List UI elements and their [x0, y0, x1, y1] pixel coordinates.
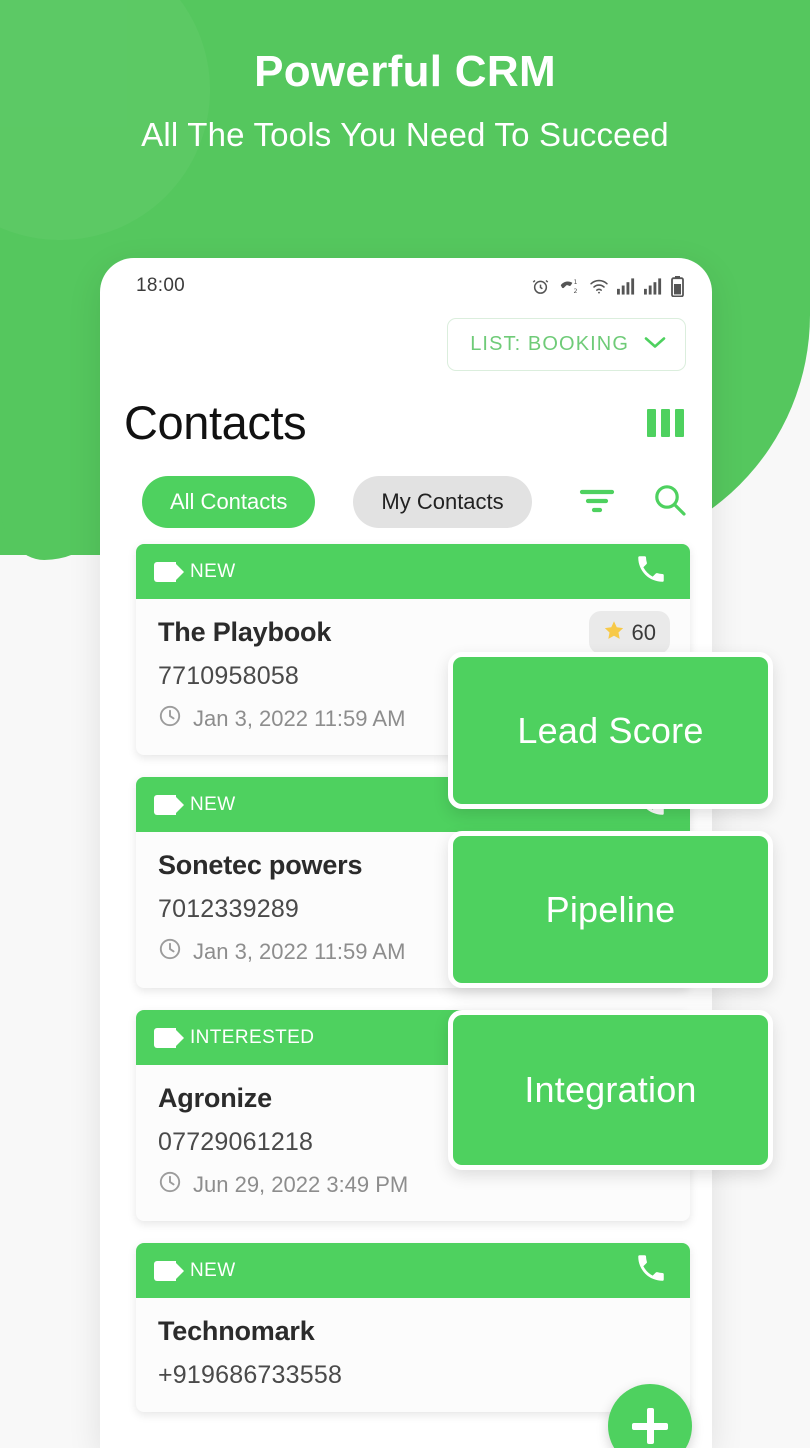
lead-score-badge: 60 — [588, 611, 670, 654]
wifi-icon — [589, 277, 609, 295]
battery-icon — [671, 275, 684, 297]
contact-time-row: Jun 29, 2022 3:49 PM — [158, 1170, 668, 1199]
kanban-bar — [647, 408, 656, 437]
contacts-tabs-row: All Contacts My Contacts — [100, 450, 712, 528]
contact-timestamp: Jun 29, 2022 3:49 PM — [193, 1171, 409, 1197]
tag-icon — [154, 561, 184, 582]
missed-call-icon: 1 2 — [558, 277, 581, 296]
list-selector-label: LIST: BOOKING — [470, 333, 629, 355]
list-selector-row: LIST: BOOKING — [100, 314, 712, 371]
kanban-bar — [661, 408, 670, 437]
contact-card[interactable]: NEW Technomark +919686733558 — [136, 1243, 690, 1412]
contact-name: Technomark — [158, 1316, 315, 1346]
star-icon — [603, 619, 625, 646]
callout-lead-score[interactable]: Lead Score — [448, 652, 773, 809]
contact-card-body: Technomark +919686733558 — [136, 1298, 690, 1412]
hero-title: Powerful CRM — [254, 47, 556, 96]
call-icon[interactable] — [634, 552, 668, 591]
tab-my-contacts[interactable]: My Contacts — [353, 476, 532, 528]
contact-timestamp: Jan 3, 2022 11:59 AM — [193, 938, 406, 964]
contact-timestamp: Jan 3, 2022 11:59 AM — [193, 705, 406, 731]
page-header-row: Contacts — [100, 371, 712, 450]
status-badge: NEW — [190, 1259, 236, 1281]
tag-icon — [154, 1027, 184, 1048]
clock-icon — [158, 937, 182, 966]
tab-actions — [578, 482, 688, 523]
lead-score-value: 60 — [631, 619, 656, 645]
search-icon[interactable] — [652, 482, 688, 523]
signal-2-icon — [644, 277, 663, 295]
contact-card-header: NEW — [136, 1243, 690, 1298]
svg-text:2: 2 — [573, 287, 577, 294]
tag-icon — [154, 794, 184, 815]
status-bar-time: 18:00 — [136, 275, 186, 296]
kanban-bar — [675, 408, 684, 437]
svg-text:1: 1 — [573, 279, 577, 286]
status-badge: NEW — [190, 793, 236, 815]
signal-1-icon — [617, 277, 636, 295]
status-badge: NEW — [190, 560, 236, 582]
callout-pipeline[interactable]: Pipeline — [448, 831, 773, 988]
contact-number: +919686733558 — [158, 1361, 343, 1389]
alarm-icon — [531, 277, 550, 296]
contact-card-header: NEW — [136, 544, 690, 599]
status-bar: 18:00 1 2 — [100, 258, 712, 314]
list-selector-dropdown[interactable]: LIST: BOOKING — [447, 318, 686, 371]
filter-icon[interactable] — [578, 486, 616, 519]
clock-icon — [158, 1170, 182, 1199]
status-bar-icons: 1 2 — [531, 275, 684, 297]
callout-integration[interactable]: Integration — [448, 1010, 773, 1170]
chevron-down-icon — [643, 335, 667, 355]
page-title: Contacts — [124, 396, 307, 449]
status-badge: INTERESTED — [190, 1026, 315, 1048]
plus-icon — [646, 1408, 654, 1444]
call-icon[interactable] — [634, 1251, 668, 1290]
clock-icon — [158, 704, 182, 733]
tab-all-contacts[interactable]: All Contacts — [142, 476, 316, 528]
hero-subtitle: All The Tools You Need To Succeed — [141, 116, 669, 154]
hero-text-block: Powerful CRM All The Tools You Need To S… — [0, 47, 810, 154]
tag-icon — [154, 1260, 184, 1281]
kanban-columns-icon[interactable] — [647, 408, 684, 437]
